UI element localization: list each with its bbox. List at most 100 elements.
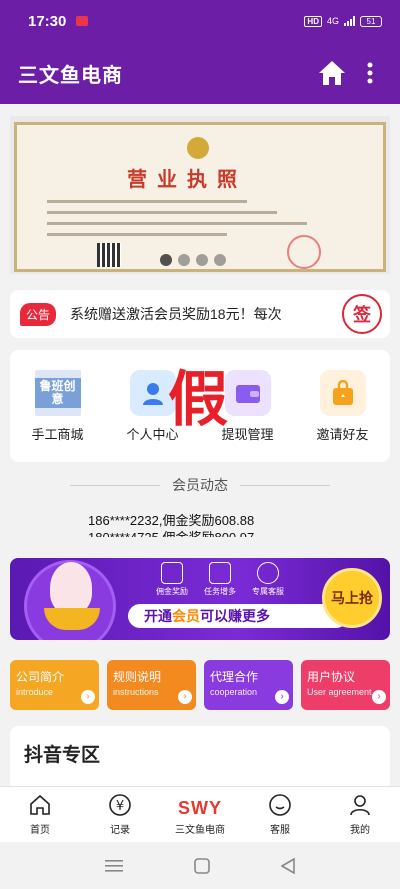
user-agreement-card[interactable]: 用户协议 User agreement ›: [301, 660, 390, 710]
quick-menu-label: 邀请好友: [316, 427, 369, 442]
agent-cooperation-card[interactable]: 代理合作 cooperation ›: [204, 660, 293, 710]
notice-text: 系统赠送激活会员奖励18元！每次: [70, 306, 282, 322]
svg-text:¥: ¥: [116, 799, 124, 814]
notice-bar[interactable]: 公告 系统赠送激活会员奖励18元！每次 签: [10, 290, 390, 338]
back-icon[interactable]: [280, 857, 295, 874]
business-license-image: 营业执照: [14, 122, 386, 272]
member-dynamics-header: 会员动态: [70, 474, 330, 496]
document-icon: [209, 562, 231, 584]
slogan-prefix: 开通: [144, 608, 172, 624]
battery-icon: 51: [360, 15, 382, 27]
national-emblem-icon: [187, 137, 209, 159]
nav-label: 首页: [30, 825, 50, 836]
nav-label: 客服: [270, 825, 290, 836]
system-nav-bar: [0, 842, 400, 889]
mouse-mascot-icon: [50, 562, 92, 614]
status-time: 17:30: [28, 12, 67, 30]
quick-menu-handicraft-mall[interactable]: 鲁班创意 手工商城: [10, 370, 105, 462]
feature-label: 专属客服: [252, 587, 284, 596]
home-button[interactable]: [316, 57, 348, 89]
brand-logo-icon: SWY: [177, 798, 222, 818]
quick-menu-invite-friends[interactable]: 邀请好友: [295, 370, 390, 462]
quick-menu-label: 手工商城: [31, 427, 84, 442]
feature-label: 佣金奖励: [156, 587, 188, 596]
card-title: 代理合作: [210, 670, 259, 684]
info-cards: 公司简介 introduce › 规则说明 instructions › 代理合…: [10, 660, 390, 710]
screen-record-icon: [76, 16, 89, 26]
person-icon: [350, 795, 370, 816]
membership-promo-banner[interactable]: 佣金奖励 任务增多 专属客服 开通 会员 可以赚更多 马上抢: [10, 558, 390, 640]
arrow-right-icon: ›: [81, 690, 95, 704]
wallet-icon: [224, 370, 271, 416]
money-icon: [161, 562, 183, 584]
nav-label: 记录: [110, 825, 130, 836]
promo-slogan: 开通 会员 可以赚更多: [128, 604, 348, 628]
member-dynamics-title: 会员动态: [172, 477, 228, 493]
handicraft-logo-icon: 鲁班创意: [34, 370, 81, 416]
license-text-line: [47, 222, 307, 225]
gift-bag-icon: [319, 370, 366, 416]
app-bar: 三文鱼电商: [0, 42, 400, 104]
hd-icon: HD: [304, 15, 322, 27]
license-title-graphic: 营业执照: [127, 167, 247, 191]
official-seal-icon: [287, 235, 321, 269]
arrow-right-icon: ›: [178, 690, 192, 704]
status-indicators: HD 4G 51: [304, 15, 382, 27]
signal-icon: [344, 16, 355, 26]
promo-features: 佣金奖励 任务增多 专属客服: [156, 562, 284, 597]
home-outline-icon: [30, 794, 50, 815]
carousel-dots: [160, 254, 226, 266]
network-type: 4G: [326, 16, 339, 26]
nav-service[interactable]: 客服: [240, 787, 320, 842]
carousel-dot[interactable]: [196, 254, 208, 266]
brand-logo-text: 三文鱼电商: [175, 825, 225, 836]
grab-now-button[interactable]: 马上抢: [322, 568, 382, 628]
bottom-nav: 首页 ¥ 记录 SWY 三文鱼电商 客服 我的: [0, 786, 400, 842]
card-title: 用户协议: [307, 670, 356, 684]
notice-tag: 公告: [20, 302, 57, 326]
divider: [240, 484, 330, 486]
carousel-dot[interactable]: [160, 254, 172, 266]
card-title: 公司简介: [16, 670, 65, 684]
fake-warning-mark: 假: [168, 365, 228, 435]
nav-records[interactable]: ¥ 记录: [80, 787, 160, 842]
chat-bubble-icon: [269, 794, 291, 816]
commission-feature: 佣金奖励: [156, 562, 188, 597]
nav-mine[interactable]: 我的: [320, 787, 400, 842]
menu-icon[interactable]: [105, 859, 124, 873]
company-intro-card[interactable]: 公司简介 introduce ›: [10, 660, 99, 710]
qr-code-icon: [97, 243, 121, 267]
sign-in-button[interactable]: 签: [342, 294, 382, 334]
service-feature: 专属客服: [252, 562, 284, 597]
home-square-icon[interactable]: [194, 857, 210, 874]
carousel-dot[interactable]: [178, 254, 190, 266]
arrow-right-icon: ›: [372, 690, 386, 704]
card-title: 规则说明: [113, 670, 162, 684]
app-title: 三文鱼电商: [18, 64, 123, 87]
handicraft-logo-text: 鲁班创意: [34, 377, 81, 409]
license-text-line: [47, 233, 227, 236]
quick-menu-label: 提现管理: [221, 427, 274, 442]
home-icon: [319, 61, 345, 85]
banner-carousel[interactable]: 营业执照: [10, 116, 390, 274]
more-vertical-icon: [367, 62, 373, 84]
status-bar: 17:30 HD 4G 51: [0, 0, 400, 42]
carousel-dot[interactable]: [214, 254, 226, 266]
license-text-line: [47, 200, 247, 203]
douyin-zone: 抖音专区: [10, 726, 390, 786]
nav-home[interactable]: 首页: [0, 787, 80, 842]
nav-label: 我的: [350, 825, 370, 836]
task-feature: 任务增多: [204, 562, 236, 597]
rules-card[interactable]: 规则说明 instructions ›: [107, 660, 196, 710]
nav-brand-logo[interactable]: SWY 三文鱼电商: [160, 787, 240, 842]
feature-label: 任务增多: [204, 587, 236, 596]
member-dynamics-item: 180****4725,佣金奖励800.97: [88, 527, 254, 537]
agent-icon: [257, 562, 279, 584]
yuan-circle-icon: ¥: [109, 794, 131, 816]
douyin-zone-title: 抖音专区: [24, 745, 101, 766]
divider: [70, 484, 160, 486]
more-menu-button[interactable]: [358, 57, 382, 89]
arrow-right-icon: ›: [275, 690, 289, 704]
license-text-line: [47, 211, 277, 214]
slogan-highlight: 会员: [172, 608, 200, 624]
